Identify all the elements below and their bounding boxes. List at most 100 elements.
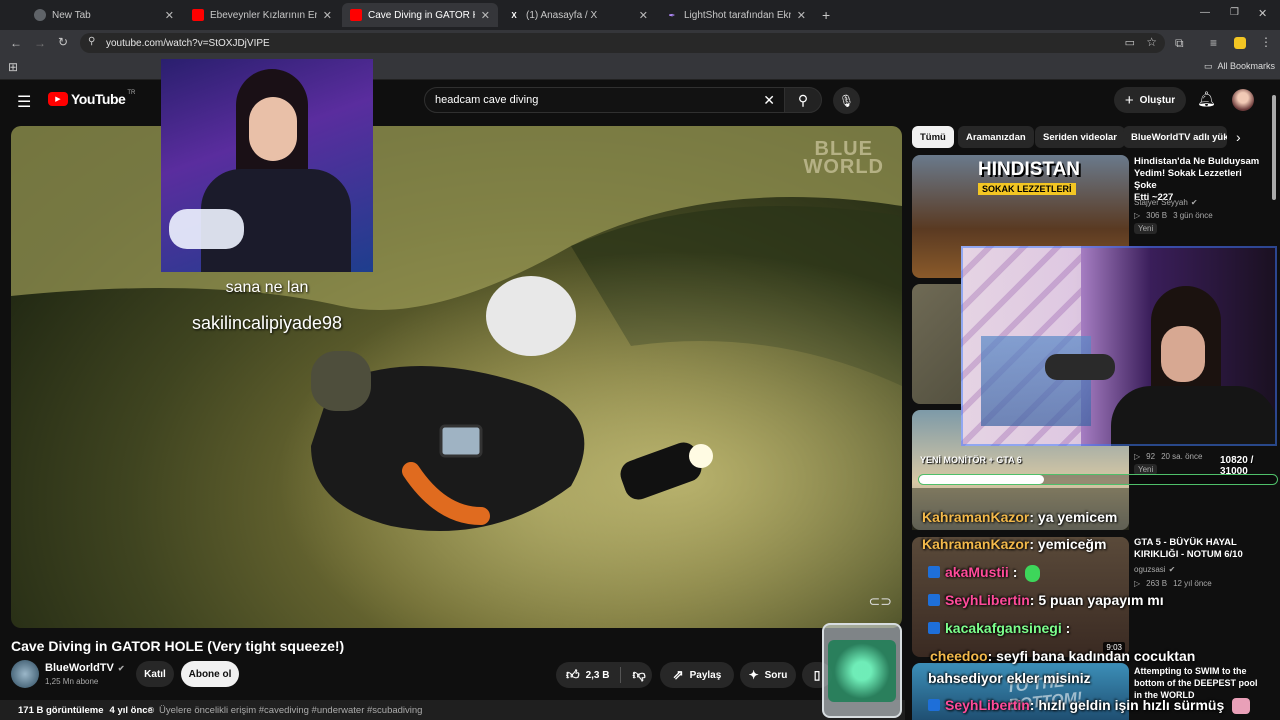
- scrollbar[interactable]: [1272, 95, 1276, 200]
- close-tab-icon[interactable]: ✕: [639, 9, 648, 22]
- create-button[interactable]: + Oluştur: [1114, 87, 1186, 113]
- subscriber-count: 1,25 Mn abone: [45, 677, 99, 686]
- search-button[interactable]: ⚲: [784, 87, 822, 113]
- chevron-right-icon[interactable]: ›: [1236, 129, 1241, 145]
- subscriber-badge-icon: [928, 594, 940, 607]
- goal-label: YENİ MONİTÖR + GTA 6: [920, 455, 1022, 465]
- video-player[interactable]: BLUE WORLD ⊂⊃: [11, 126, 902, 628]
- like-icon[interactable]: 👍︎: [566, 667, 580, 683]
- close-tab-icon[interactable]: ✕: [481, 9, 490, 22]
- minimize-button[interactable]: —: [1200, 7, 1210, 18]
- share-icon: ⇗: [672, 667, 684, 682]
- recommended-title-1[interactable]: Hindistan'da Ne Bulduysam Yedim! Sokak L…: [1134, 156, 1264, 204]
- maximize-button[interactable]: ❐: [1230, 7, 1239, 18]
- channel-watermark: BLUE WORLD: [803, 138, 884, 178]
- chip-channel-uploads[interactable]: BlueWorldTV adlı yük: [1123, 126, 1227, 148]
- avatar[interactable]: [1232, 89, 1254, 111]
- extension-badge-icon[interactable]: [1234, 37, 1246, 49]
- green-blob-emote: [1025, 564, 1041, 582]
- sparkle-icon: ✦: [748, 668, 759, 682]
- bookmark-star-icon[interactable]: ☆: [1146, 35, 1157, 49]
- channel-avatar[interactable]: [11, 660, 39, 688]
- recommended-channel-3[interactable]: oguzsasi ✔: [1134, 565, 1175, 574]
- back-icon[interactable]: ←: [10, 36, 22, 50]
- close-tab-icon[interactable]: ✕: [323, 9, 332, 22]
- site-info-icon[interactable]: ⚲: [88, 36, 95, 47]
- close-tab-icon[interactable]: ✕: [797, 9, 806, 22]
- chat-message: akaMustii :: [928, 564, 1041, 582]
- apps-grid-icon[interactable]: ⊞: [8, 60, 18, 74]
- folder-icon: ▭: [1204, 61, 1213, 71]
- address-bar[interactable]: ⚲ youtube.com/watch?v=StOXJDjVIPE ▭ ☆: [80, 33, 1165, 53]
- recommended-stats-2: ▷ 92 20 sa. önce: [1134, 452, 1203, 461]
- chip-all[interactable]: Tümü: [912, 126, 954, 148]
- url-text: youtube.com/watch?v=StOXJDjVIPE: [106, 37, 270, 49]
- all-bookmarks[interactable]: ▭ All Bookmarks: [1204, 61, 1275, 72]
- dislike-icon[interactable]: 👎︎: [633, 667, 646, 683]
- chat-message: kacakafgansinegi :: [928, 620, 1070, 636]
- play-count-icon: ▷: [1134, 579, 1141, 588]
- bookmark-icon: ▯: [813, 668, 821, 682]
- tab-cave-diving[interactable]: Cave Diving in GATOR HOLE ✕: [342, 3, 498, 27]
- search-input[interactable]: headcam cave diving ✕: [424, 87, 786, 113]
- join-button[interactable]: Katıl: [136, 661, 174, 687]
- verified-icon: ✔: [1190, 198, 1198, 207]
- notifications-bell-icon[interactable]: 🔔︎: [1197, 90, 1216, 108]
- youtube-icon: [192, 9, 204, 21]
- tab-lightshot[interactable]: ✒ LightShot tarafından Ekran Gör… ✕: [658, 3, 814, 27]
- cast-icon[interactable]: ▭: [1125, 36, 1135, 49]
- recommended-title-3[interactable]: GTA 5 - BÜYÜK HAYAL KIRIKLIĞI - NOTUM 6/…: [1134, 537, 1264, 561]
- tip-jar-graphic: [822, 623, 902, 718]
- subscribe-button[interactable]: Abone ol: [181, 661, 239, 687]
- share-button[interactable]: ⇗ Paylaş: [660, 662, 734, 688]
- like-dislike-group: 👍︎ 2,3 B 👎︎: [556, 662, 652, 688]
- tab-new-tab[interactable]: New Tab ✕: [26, 3, 182, 27]
- subscriber-badge-icon: [928, 566, 940, 579]
- clear-search-icon[interactable]: ✕: [763, 92, 775, 109]
- chip-series[interactable]: Seriden videolar: [1035, 126, 1125, 148]
- alert-username: sakilincalipiyade98: [191, 313, 343, 333]
- recommended-stats-3: ▷ 263 B 12 yıl önce: [1134, 579, 1212, 588]
- extensions-icon[interactable]: ⧉: [1175, 36, 1184, 51]
- channel-name[interactable]: BlueWorldTV ✔: [45, 662, 125, 674]
- menu-dots-icon[interactable]: ⋮: [1260, 35, 1272, 49]
- hamburger-menu-icon[interactable]: ☰: [17, 92, 31, 112]
- view-stats: 171 B görüntüleme 4 yıl önce: [18, 705, 153, 716]
- recommended-title-4[interactable]: Attempting to SWIM to the bottom of the …: [1134, 665, 1264, 701]
- tab-x[interactable]: X (1) Anasayfa / X ✕: [500, 3, 656, 27]
- chat-message: KahramanKazor: ya yemicem: [922, 509, 1118, 525]
- recommended-channel-1[interactable]: Stajyer Seyyah ✔: [1134, 198, 1198, 207]
- play-count-icon: ▷: [1134, 452, 1141, 461]
- verified-icon: ✔: [117, 663, 125, 673]
- chat-message: KahramanKazor: yemiceğm: [922, 536, 1107, 552]
- youtube-icon: [350, 9, 362, 21]
- chip-from-search[interactable]: Aramanızdan: [958, 126, 1034, 148]
- chat-message: bahsediyor ekler misiniz: [928, 670, 1091, 686]
- lightshot-icon: ✒: [668, 10, 676, 20]
- tab-youtube-1[interactable]: Ebeveynler Kızlarının Erkek Arka… ✕: [184, 3, 340, 27]
- reading-list-icon[interactable]: ≡: [1210, 36, 1217, 50]
- ask-button[interactable]: ✦ Soru: [740, 662, 796, 688]
- youtube-play-icon: ▶: [48, 92, 68, 106]
- like-count[interactable]: 2,3 B: [586, 670, 610, 681]
- microphone-icon: [169, 209, 244, 249]
- divider: [619, 667, 621, 683]
- youtube-logo[interactable]: ▶ YouTube TR: [48, 90, 135, 107]
- description-preview: ⊙ Üyelere öncelikli erişim #cavediving #…: [147, 705, 423, 716]
- video-title: Cave Diving in GATOR HOLE (Very tight sq…: [11, 638, 345, 654]
- miniplayer-icon[interactable]: ⊂⊃: [869, 593, 892, 610]
- forward-icon[interactable]: →: [34, 36, 46, 50]
- goal-progress-bar: [918, 474, 1278, 485]
- close-window-button[interactable]: ✕: [1258, 7, 1267, 20]
- search-icon: ⚲: [797, 91, 809, 108]
- voice-search-icon[interactable]: 🎙: [833, 87, 860, 114]
- goal-progress-fill: [919, 475, 1044, 484]
- plus-icon: +: [1124, 91, 1134, 109]
- alert-message: sana ne lan: [225, 279, 309, 296]
- streamer-webcam: [961, 246, 1277, 446]
- reload-icon[interactable]: ↻: [58, 35, 68, 49]
- new-tab-button[interactable]: +: [822, 7, 830, 23]
- verified-icon: ✔: [1168, 565, 1176, 574]
- close-tab-icon[interactable]: ✕: [165, 9, 174, 22]
- recommended-stats-1: ▷ 306 B 3 gün önce: [1134, 211, 1213, 220]
